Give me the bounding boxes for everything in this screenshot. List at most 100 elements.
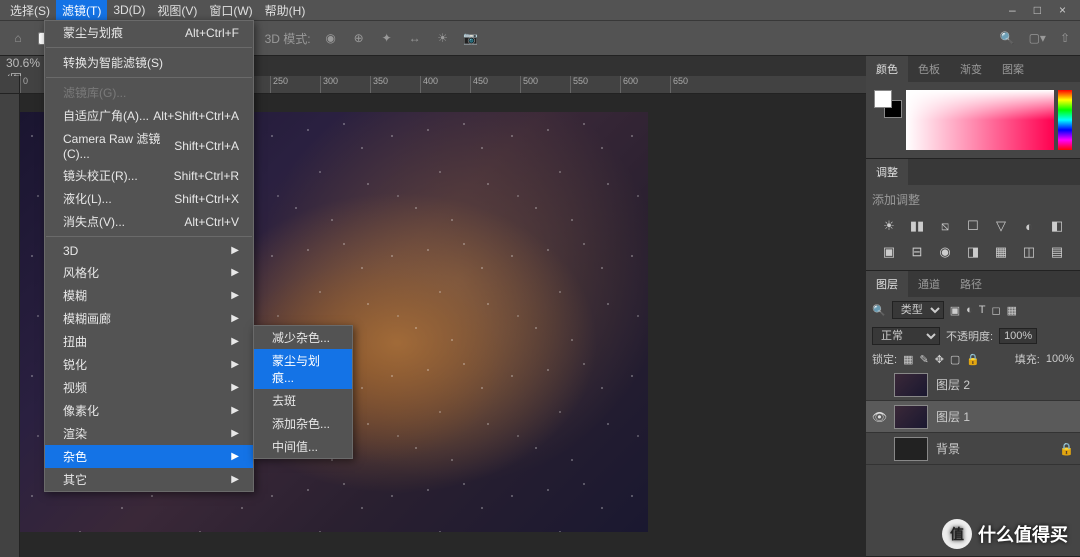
layer-thumbnail[interactable] (894, 405, 928, 429)
filter-item[interactable]: 消失点(V)...Alt+Ctrl+V (45, 210, 253, 233)
menu-window[interactable]: 窗口(W) (203, 0, 258, 20)
workspace-icon[interactable]: ▢▾ (1029, 31, 1046, 45)
levels-icon[interactable]: ▮▮ (908, 218, 926, 234)
filter-item[interactable]: 3D▶ (45, 240, 253, 261)
maximize-button[interactable]: □ (1034, 3, 1041, 17)
filter-item[interactable]: 模糊▶ (45, 284, 253, 307)
home-icon[interactable]: ⌂ (10, 30, 26, 46)
vibrance-icon[interactable]: ▽ (992, 218, 1010, 234)
menu-select[interactable]: 选择(S) (4, 0, 56, 20)
tab-layers[interactable]: 图层 (866, 271, 908, 297)
menu-filter[interactable]: 滤镜(T) (56, 0, 107, 20)
tab-adjustments[interactable]: 调整 (866, 159, 908, 185)
close-button[interactable]: × (1059, 3, 1066, 17)
filter-item[interactable]: 转换为智能滤镜(S) (45, 51, 253, 74)
filter-smart-icon[interactable]: ▦ (1007, 304, 1017, 317)
dolly-icon[interactable]: ✦ (379, 30, 395, 46)
noise-item[interactable]: 蒙尘与划痕... (254, 349, 352, 389)
lock-move-icon[interactable]: ✥ (935, 353, 944, 366)
noise-item[interactable]: 中间值... (254, 435, 352, 458)
color-panel: 颜色 色板 渐变 图案 (866, 56, 1080, 159)
filter-item[interactable]: 锐化▶ (45, 353, 253, 376)
pan-icon[interactable]: ⊕ (351, 30, 367, 46)
light-icon[interactable]: ☀ (435, 30, 451, 46)
gradient-map-icon[interactable]: ▤ (1048, 244, 1066, 260)
fill-value[interactable]: 100% (1046, 353, 1074, 365)
tab-swatches[interactable]: 色板 (908, 56, 950, 82)
filter-type-icon[interactable]: T (979, 304, 986, 316)
slide-icon[interactable]: ↔ (407, 30, 423, 46)
tab-color[interactable]: 颜色 (866, 56, 908, 82)
hue-icon[interactable]: ◐ (1020, 218, 1038, 234)
watermark: 值 什么值得买 (942, 519, 1068, 549)
filter-item[interactable]: 滤镜库(G)... (45, 81, 253, 104)
blend-mode-select[interactable]: 正常 (872, 327, 940, 345)
layer-filter-type[interactable]: 类型 (892, 301, 944, 319)
noise-item[interactable]: 减少杂色... (254, 326, 352, 349)
filter-item[interactable]: 蒙尘与划痕Alt+Ctrl+F (45, 21, 253, 44)
lock-all-icon[interactable]: 🔒 (966, 353, 980, 366)
filter-item[interactable]: Camera Raw 滤镜(C)...Shift+Ctrl+A (45, 127, 253, 164)
menu-view[interactable]: 视图(V) (151, 0, 203, 20)
curves-icon[interactable]: ⧅ (936, 218, 954, 234)
noise-item[interactable]: 添加杂色... (254, 412, 352, 435)
filter-item[interactable]: 自适应广角(A)...Alt+Shift+Ctrl+A (45, 104, 253, 127)
ruler-origin[interactable] (0, 76, 20, 94)
3d-mode-label: 3D 模式: (265, 30, 311, 47)
filter-pixel-icon[interactable]: ▣ (950, 304, 960, 317)
filter-item[interactable]: 液化(L)...Shift+Ctrl+X (45, 187, 253, 210)
posterize-icon[interactable]: ▦ (992, 244, 1010, 260)
search-icon[interactable]: 🔍 (1000, 31, 1015, 45)
minimize-button[interactable]: – (1009, 3, 1016, 17)
opacity-value[interactable]: 100% (999, 328, 1037, 344)
search-icon[interactable]: 🔍 (872, 304, 886, 317)
layers-panel: 图层 通道 路径 🔍 类型 ▣ ◐ T ◻ ▦ 正常 不透明度: 100% 锁定… (866, 271, 1080, 557)
filter-item[interactable]: 其它▶ (45, 468, 253, 491)
lock-artboard-icon[interactable]: ▢ (950, 353, 960, 366)
hue-slider[interactable] (1058, 90, 1072, 150)
filter-item[interactable]: 模糊画廊▶ (45, 307, 253, 330)
vertical-ruler[interactable] (0, 94, 20, 557)
filter-item[interactable]: 风格化▶ (45, 261, 253, 284)
adjustments-hint: 添加调整 (872, 191, 1074, 208)
opacity-label: 不透明度: (946, 328, 993, 344)
threshold-icon[interactable]: ◫ (1020, 244, 1038, 260)
layer-thumbnail[interactable] (894, 373, 928, 397)
tab-channels[interactable]: 通道 (908, 271, 950, 297)
noise-item[interactable]: 去斑 (254, 389, 352, 412)
color-field[interactable] (906, 90, 1054, 150)
filter-item[interactable]: 扭曲▶ (45, 330, 253, 353)
camera-icon[interactable]: 📷 (463, 30, 479, 46)
visibility-icon[interactable]: 👁 (872, 410, 886, 424)
brightness-icon[interactable]: ☀ (880, 218, 898, 234)
layer-row[interactable]: 👁图层 1 (866, 401, 1080, 433)
share-icon[interactable]: ⇧ (1060, 31, 1070, 45)
orbit-icon[interactable]: ◉ (323, 30, 339, 46)
tab-gradients[interactable]: 渐变 (950, 56, 992, 82)
filter-item[interactable]: 杂色▶ (45, 445, 253, 468)
lock-position-icon[interactable]: ✎ (919, 353, 928, 366)
menu-3d[interactable]: 3D(D) (107, 0, 151, 20)
lock-pixels-icon[interactable]: ▦ (903, 353, 913, 366)
layer-thumbnail[interactable] (894, 437, 928, 461)
tab-patterns[interactable]: 图案 (992, 56, 1034, 82)
foreground-background-swatch[interactable] (874, 90, 902, 118)
layer-name: 图层 2 (936, 376, 970, 393)
filter-item[interactable]: 镜头校正(R)...Shift+Ctrl+R (45, 164, 253, 187)
tab-paths[interactable]: 路径 (950, 271, 992, 297)
filter-shape-icon[interactable]: ◻ (992, 304, 1001, 317)
filter-item[interactable]: 视频▶ (45, 376, 253, 399)
exposure-icon[interactable]: ☐ (964, 218, 982, 234)
layer-row[interactable]: 图层 2 (866, 369, 1080, 401)
layer-row[interactable]: 背景🔒 (866, 433, 1080, 465)
channel-mixer-icon[interactable]: ⊟ (908, 244, 926, 260)
menu-help[interactable]: 帮助(H) (259, 0, 312, 20)
filter-item[interactable]: 像素化▶ (45, 399, 253, 422)
color-lookup-icon[interactable]: ◉ (936, 244, 954, 260)
photo-filter-icon[interactable]: ▣ (880, 244, 898, 260)
bw-icon[interactable]: ◧ (1048, 218, 1066, 234)
invert-icon[interactable]: ◨ (964, 244, 982, 260)
adjustments-panel: 调整 添加调整 ☀ ▮▮ ⧅ ☐ ▽ ◐ ◧ ▣ ⊟ ◉ ◨ ▦ ◫ ▤ (866, 159, 1080, 271)
filter-item[interactable]: 渲染▶ (45, 422, 253, 445)
filter-adjust-icon[interactable]: ◐ (966, 304, 973, 316)
